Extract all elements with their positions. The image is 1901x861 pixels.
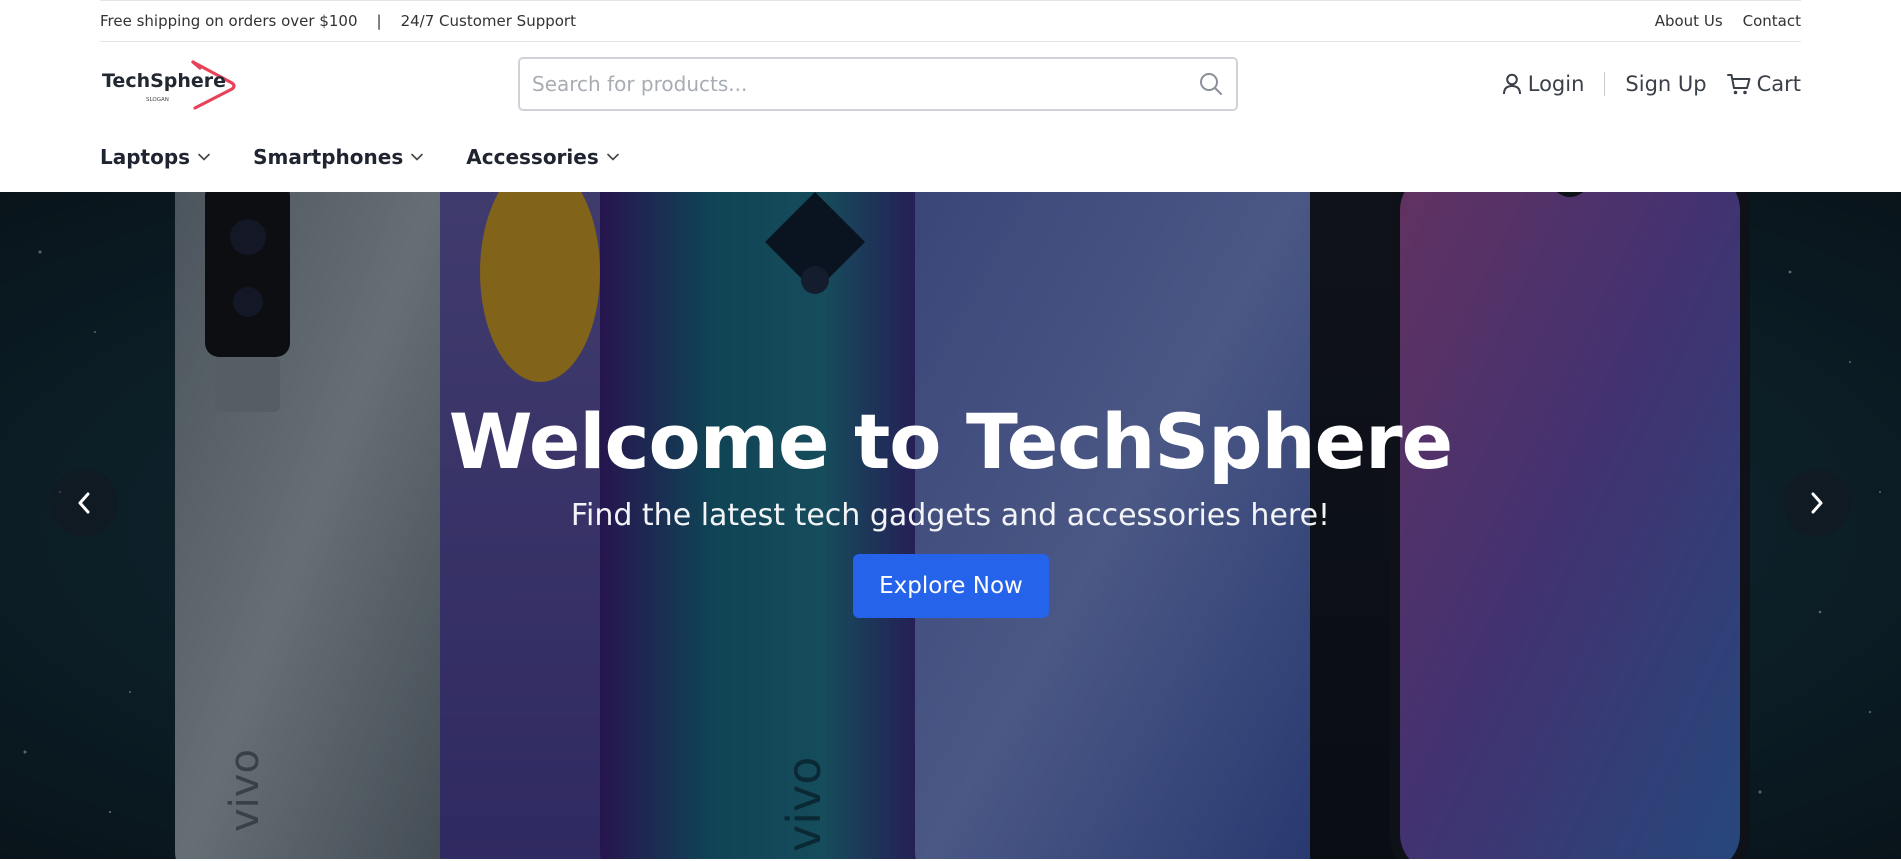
signup-button[interactable]: Sign Up [1625, 72, 1706, 96]
cart-icon [1726, 74, 1751, 95]
about-us-link[interactable]: About Us [1655, 12, 1723, 30]
cart-label: Cart [1756, 72, 1801, 96]
nav-item-laptops[interactable]: Laptops [100, 145, 210, 169]
hero-subtitle: Find the latest tech gadgets and accesso… [570, 498, 1331, 533]
nav-item-label: Laptops [100, 145, 191, 169]
support-info: 24/7 Customer Support [400, 12, 576, 30]
hero-carousel: vivo vivo Welcome to TechSphere Find the… [0, 192, 1901, 859]
top-bar-links: About Us Contact [1635, 12, 1801, 30]
hero-title: Welcome to TechSphere [448, 397, 1453, 486]
top-bar-separator: | [376, 12, 382, 30]
search-icon[interactable] [1198, 71, 1224, 97]
signup-label: Sign Up [1625, 72, 1707, 96]
chevron-left-icon [78, 492, 90, 514]
cart-button[interactable]: Cart [1726, 72, 1801, 96]
nav-item-label: Smartphones [253, 145, 404, 169]
user-actions-divider [1604, 72, 1606, 96]
nav-item-accessories[interactable]: Accessories [466, 145, 619, 169]
search-bar [518, 57, 1238, 111]
chevron-down-icon [198, 153, 210, 161]
nav-item-label: Accessories [466, 145, 599, 169]
top-bar-info: Free shipping on orders over $100 | 24/7… [100, 12, 576, 30]
top-bar: Free shipping on orders over $100 | 24/7… [100, 0, 1801, 42]
techsphere-logo[interactable]: TechSphere SLOGAN [101, 56, 237, 112]
shipping-info: Free shipping on orders over $100 [100, 12, 358, 30]
chevron-down-icon [411, 153, 424, 161]
nav-item-smartphones[interactable]: Smartphones [253, 145, 424, 169]
contact-link[interactable]: Contact [1743, 12, 1801, 30]
chevron-right-icon [1811, 492, 1823, 514]
logo-wordmark: TechSphere [102, 70, 226, 92]
logo-play-stub [191, 60, 202, 70]
chevron-down-icon [606, 153, 619, 161]
search-input[interactable] [520, 59, 1198, 109]
page: Free shipping on orders over $100 | 24/7… [0, 0, 1901, 861]
carousel-prev-button[interactable] [50, 469, 118, 537]
carousel-next-button[interactable] [1783, 469, 1851, 537]
logo-slogan: SLOGAN [146, 97, 169, 103]
login-button[interactable]: Login [1502, 72, 1585, 96]
user-actions: Login Sign Up Cart [1502, 68, 1801, 100]
main-nav: Laptops Smartphones Accessories [100, 141, 662, 173]
user-icon [1502, 73, 1521, 95]
explore-now-button[interactable]: Explore Now [853, 554, 1049, 618]
login-label: Login [1527, 72, 1585, 96]
